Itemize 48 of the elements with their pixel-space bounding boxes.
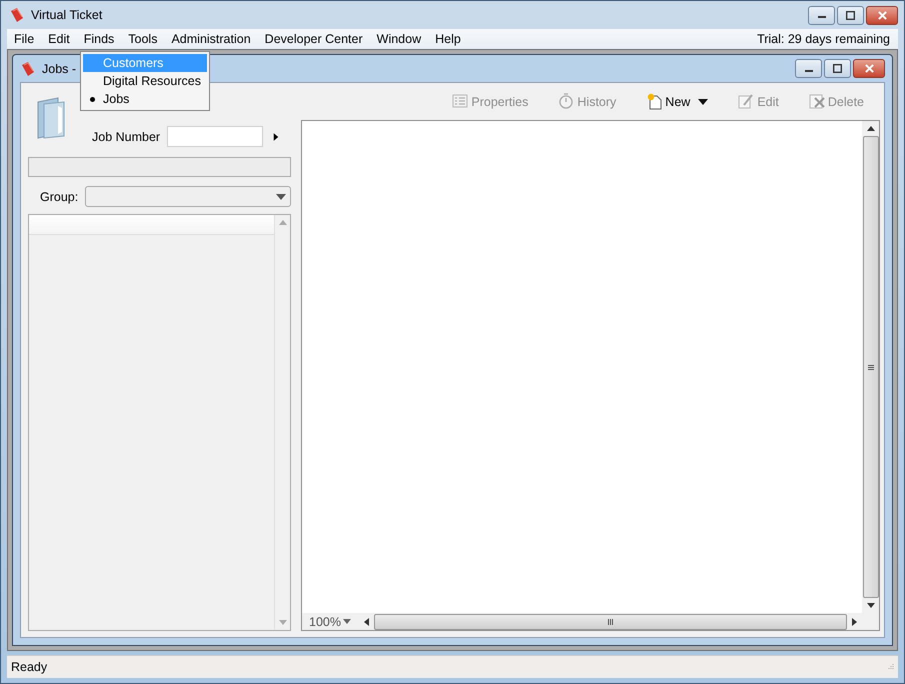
app-logo-icon — [9, 7, 25, 23]
maximize-button[interactable] — [837, 6, 864, 24]
trial-notice: Trial: 29 days remaining — [757, 32, 890, 46]
menu-item[interactable]: File — [14, 31, 34, 47]
zoom-selector[interactable]: 100% — [302, 613, 359, 630]
job-number-label: Job Number — [92, 130, 160, 144]
bullet-icon — [90, 97, 95, 102]
maximize-icon — [846, 10, 855, 20]
menu-option[interactable]: Digital Resources — [83, 72, 207, 90]
menu-item[interactable]: Developer Center — [264, 31, 363, 47]
menu-option[interactable]: Jobs — [83, 90, 207, 108]
caret-icon — [276, 194, 286, 200]
list-icon — [452, 93, 468, 110]
maximize-icon — [833, 64, 842, 73]
menu-item[interactable]: Tools — [128, 31, 158, 47]
close-icon — [864, 64, 874, 73]
minimize-icon — [804, 70, 812, 72]
new-document-icon — [646, 93, 662, 110]
scroll-down-icon[interactable] — [866, 603, 874, 608]
go-arrow-icon[interactable] — [273, 132, 280, 142]
caret-icon — [342, 619, 351, 624]
delete-icon — [808, 93, 825, 110]
toolbar-button[interactable]: New — [642, 91, 712, 112]
pencil-icon — [738, 93, 754, 110]
menu-item[interactable]: Administration — [171, 31, 251, 47]
menu-item[interactable]: Finds — [84, 31, 114, 47]
close-button[interactable] — [853, 59, 885, 78]
child-window-title: Jobs - — [42, 62, 76, 76]
scroll-right-icon[interactable] — [852, 618, 857, 626]
menu-item[interactable]: Window — [376, 31, 422, 47]
menu-item[interactable]: Edit — [48, 31, 70, 47]
scroll-left-icon[interactable] — [364, 618, 369, 626]
window-title: Virtual Ticket — [31, 8, 102, 22]
group-label: Group: — [40, 190, 78, 204]
maximize-button[interactable] — [824, 59, 851, 78]
minimize-button[interactable] — [795, 59, 822, 78]
close-icon — [878, 10, 886, 20]
close-button[interactable] — [866, 6, 898, 24]
minimize-icon — [818, 16, 826, 18]
scroll-up-icon[interactable] — [866, 126, 874, 131]
status-text: Ready — [11, 660, 48, 674]
job-number-field[interactable] — [167, 126, 264, 147]
minimize-button[interactable] — [808, 6, 835, 24]
resize-grip-icon[interactable] — [886, 663, 894, 671]
menu-item[interactable]: Help — [435, 31, 461, 47]
app-logo-icon — [20, 60, 36, 76]
stopwatch-icon — [558, 93, 574, 110]
caret-icon — [698, 98, 708, 104]
